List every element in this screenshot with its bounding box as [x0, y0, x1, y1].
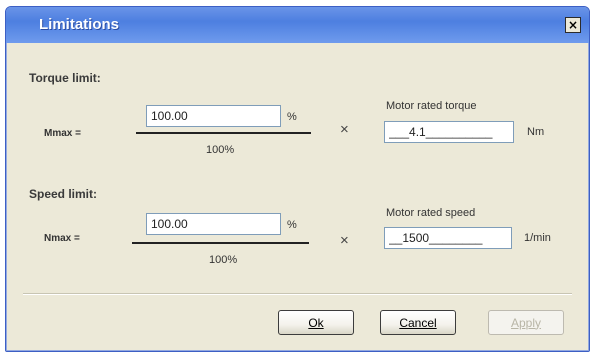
cancel-button-label: Cancel [399, 315, 437, 330]
torque-unit: Nm [527, 126, 545, 138]
torque-multiply-sign: × [340, 121, 349, 138]
torque-percent-unit: % [287, 111, 297, 123]
motor-rated-speed-input[interactable] [384, 227, 512, 249]
torque-denominator: 100% [206, 144, 235, 156]
cancel-button[interactable]: Cancel [380, 310, 456, 335]
nmax-label: Nmax = [44, 233, 80, 244]
torque-percent-input[interactable] [146, 105, 281, 127]
close-icon: × [567, 18, 579, 32]
dialog-title: Limitations [39, 16, 120, 33]
motor-rated-torque-label: Motor rated torque [386, 100, 477, 112]
speed-percent-unit: % [287, 219, 297, 231]
speed-fraction-line [132, 242, 309, 244]
close-button[interactable]: × [565, 17, 581, 33]
motor-rated-torque-input[interactable] [384, 121, 514, 143]
limitations-dialog: Limitations × Torque limit: Mmax = % 100… [5, 6, 590, 352]
speed-denominator: 100% [209, 254, 238, 266]
torque-fraction-line [136, 132, 311, 134]
button-separator [23, 293, 572, 295]
apply-button[interactable]: Apply [488, 310, 564, 335]
speed-limit-heading: Speed limit: [29, 187, 98, 201]
speed-unit: 1/min [524, 232, 551, 244]
title-bar[interactable]: Limitations × [6, 7, 589, 43]
speed-percent-input[interactable] [146, 213, 281, 235]
motor-rated-speed-label: Motor rated speed [386, 207, 476, 219]
ok-button-label: Ok [308, 315, 324, 330]
speed-multiply-sign: × [340, 232, 349, 249]
mmax-label: Mmax = [44, 128, 81, 139]
ok-button[interactable]: Ok [278, 310, 354, 335]
apply-button-label: Apply [510, 315, 542, 330]
torque-limit-heading: Torque limit: [29, 71, 101, 85]
